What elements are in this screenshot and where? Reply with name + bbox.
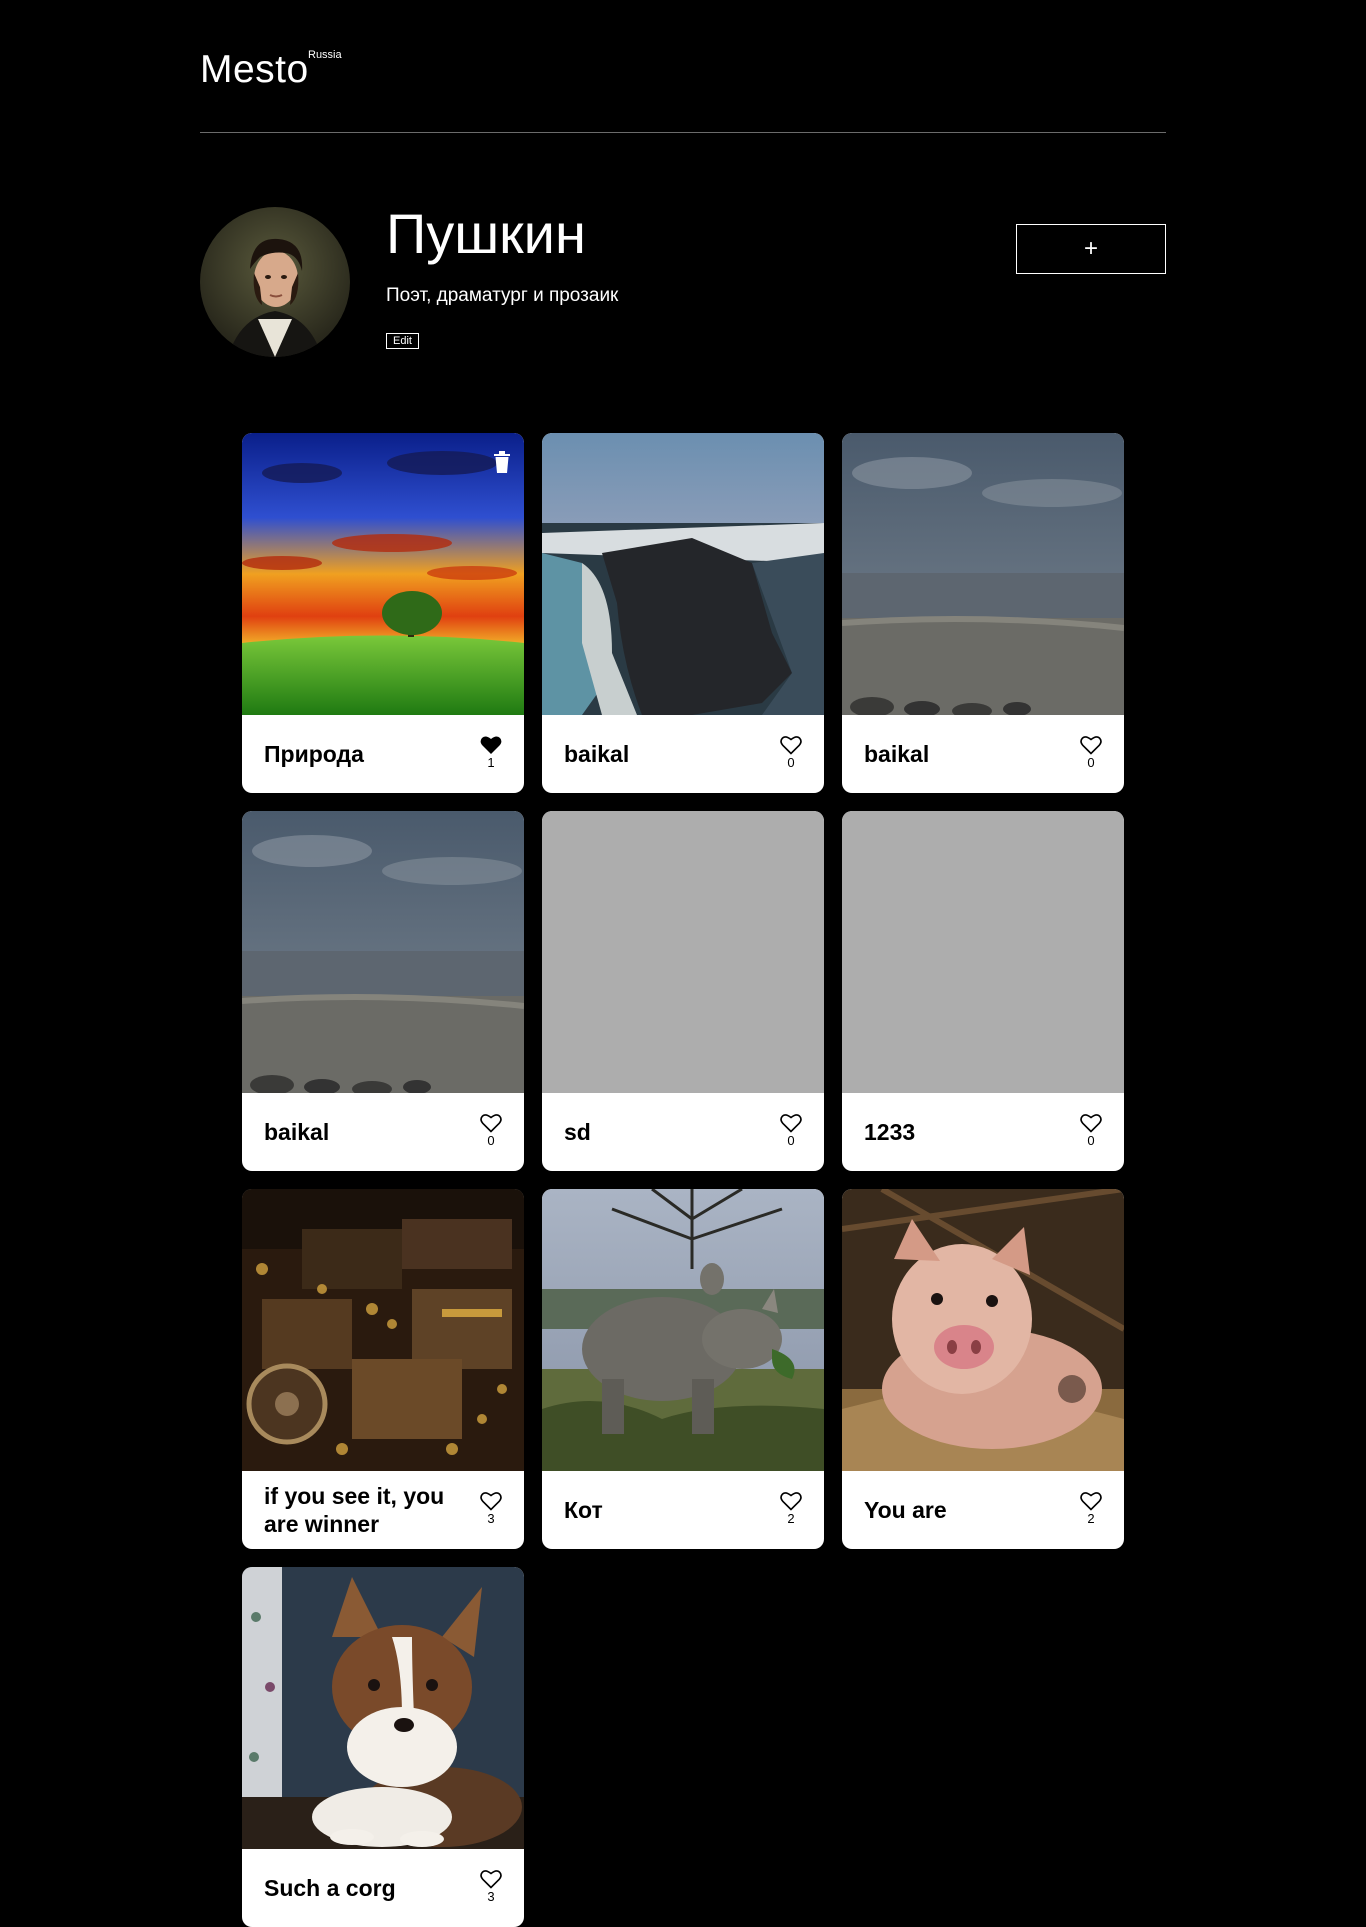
like-count: 0 bbox=[1087, 1133, 1095, 1148]
logo-region: Russia bbox=[308, 49, 342, 61]
heart-outline-icon bbox=[780, 736, 802, 755]
page: Mesto Russia Пушкин Поэт, драматург и пр… bbox=[0, 0, 1366, 1927]
logo[interactable]: Mesto bbox=[200, 46, 309, 94]
card-image[interactable] bbox=[242, 1567, 524, 1849]
like-count: 0 bbox=[787, 755, 795, 770]
cliff-shore-image bbox=[542, 433, 824, 715]
card-image[interactable] bbox=[842, 1189, 1124, 1471]
like-control: 0 bbox=[776, 1113, 806, 1148]
heart-outline-icon bbox=[780, 1114, 802, 1133]
card-image[interactable] bbox=[242, 1189, 524, 1471]
like-control: 0 bbox=[1076, 735, 1106, 770]
heart-outline-icon bbox=[1080, 1492, 1102, 1511]
like-count: 2 bbox=[1087, 1511, 1095, 1526]
like-control: 3 bbox=[476, 1491, 506, 1526]
card: baikal 0 bbox=[842, 433, 1124, 793]
card-image[interactable] bbox=[542, 811, 824, 1093]
piglet-image bbox=[842, 1189, 1124, 1471]
card-title: baikal bbox=[264, 1119, 330, 1145]
heart-outline-icon bbox=[1080, 736, 1102, 755]
card-title: Кот bbox=[564, 1497, 603, 1523]
card: if you see it, you are winner 3 bbox=[242, 1189, 524, 1549]
heart-outline-icon bbox=[1080, 1114, 1102, 1133]
card-image[interactable] bbox=[542, 433, 824, 715]
like-count: 1 bbox=[487, 755, 495, 770]
card: baikal 0 bbox=[542, 433, 824, 793]
like-button[interactable] bbox=[480, 735, 502, 755]
trash-icon bbox=[494, 451, 510, 473]
avatar-portrait bbox=[200, 207, 350, 357]
sunset-tree-image bbox=[242, 433, 524, 715]
card-image[interactable] bbox=[242, 811, 524, 1093]
like-button[interactable] bbox=[780, 1113, 802, 1133]
card-title: You are bbox=[864, 1497, 947, 1523]
like-count: 3 bbox=[487, 1889, 495, 1904]
delete-card-button[interactable] bbox=[492, 451, 512, 473]
grey-beach-image bbox=[842, 433, 1124, 715]
heart-outline-icon bbox=[780, 1492, 802, 1511]
card-title: baikal bbox=[864, 741, 930, 767]
avatar[interactable] bbox=[200, 207, 350, 357]
card-title: 1233 bbox=[864, 1119, 916, 1145]
like-button[interactable] bbox=[1080, 1113, 1102, 1133]
heart-outline-icon bbox=[480, 1492, 502, 1511]
like-button[interactable] bbox=[480, 1491, 502, 1511]
like-button[interactable] bbox=[780, 1491, 802, 1511]
like-button[interactable] bbox=[1080, 1491, 1102, 1511]
like-control: 0 bbox=[1076, 1113, 1106, 1148]
heart-outline-icon bbox=[480, 1114, 502, 1133]
heart-filled-icon bbox=[480, 736, 502, 754]
card-title: Such a corg bbox=[264, 1875, 396, 1901]
card: Природа 1 bbox=[242, 433, 524, 793]
card: baikal 0 bbox=[242, 811, 524, 1171]
profile-about: Поэт, драматург и прозаик bbox=[386, 285, 619, 306]
like-count: 3 bbox=[487, 1511, 495, 1526]
like-count: 0 bbox=[1087, 755, 1095, 770]
like-count: 2 bbox=[787, 1511, 795, 1526]
card-title: if you see it, you are winner bbox=[264, 1483, 445, 1537]
add-card-button[interactable]: + bbox=[1016, 224, 1166, 274]
like-count: 0 bbox=[787, 1133, 795, 1148]
like-control: 0 bbox=[776, 735, 806, 770]
like-control: 2 bbox=[776, 1491, 806, 1526]
like-control: 1 bbox=[476, 735, 506, 770]
like-count: 0 bbox=[487, 1133, 495, 1148]
card-title: sd bbox=[564, 1119, 591, 1145]
edit-profile-button[interactable]: Edit bbox=[386, 333, 419, 349]
card: You are 2 bbox=[842, 1189, 1124, 1549]
card-image[interactable] bbox=[242, 433, 524, 715]
card: sd 0 bbox=[542, 811, 824, 1171]
treasure-image bbox=[242, 1189, 524, 1471]
corgi-image bbox=[242, 1567, 524, 1849]
card: Кот 2 bbox=[542, 1189, 824, 1549]
like-control: 0 bbox=[476, 1113, 506, 1148]
like-button[interactable] bbox=[1080, 735, 1102, 755]
card: Such a corg 3 bbox=[242, 1567, 524, 1927]
rhino-image bbox=[542, 1189, 824, 1471]
card-title: baikal bbox=[564, 741, 630, 767]
header: Mesto Russia bbox=[200, 0, 1166, 133]
like-button[interactable] bbox=[480, 1869, 502, 1889]
heart-outline-icon bbox=[480, 1870, 502, 1889]
card-image[interactable] bbox=[842, 811, 1124, 1093]
card-title: Природа bbox=[264, 741, 364, 767]
card-image[interactable] bbox=[842, 433, 1124, 715]
card: 1233 0 bbox=[842, 811, 1124, 1171]
card-image[interactable] bbox=[542, 1189, 824, 1471]
like-button[interactable] bbox=[780, 735, 802, 755]
like-control: 2 bbox=[1076, 1491, 1106, 1526]
profile-name: Пушкин bbox=[386, 202, 586, 265]
like-control: 3 bbox=[476, 1869, 506, 1904]
grey-beach-image bbox=[242, 811, 524, 1093]
like-button[interactable] bbox=[480, 1113, 502, 1133]
